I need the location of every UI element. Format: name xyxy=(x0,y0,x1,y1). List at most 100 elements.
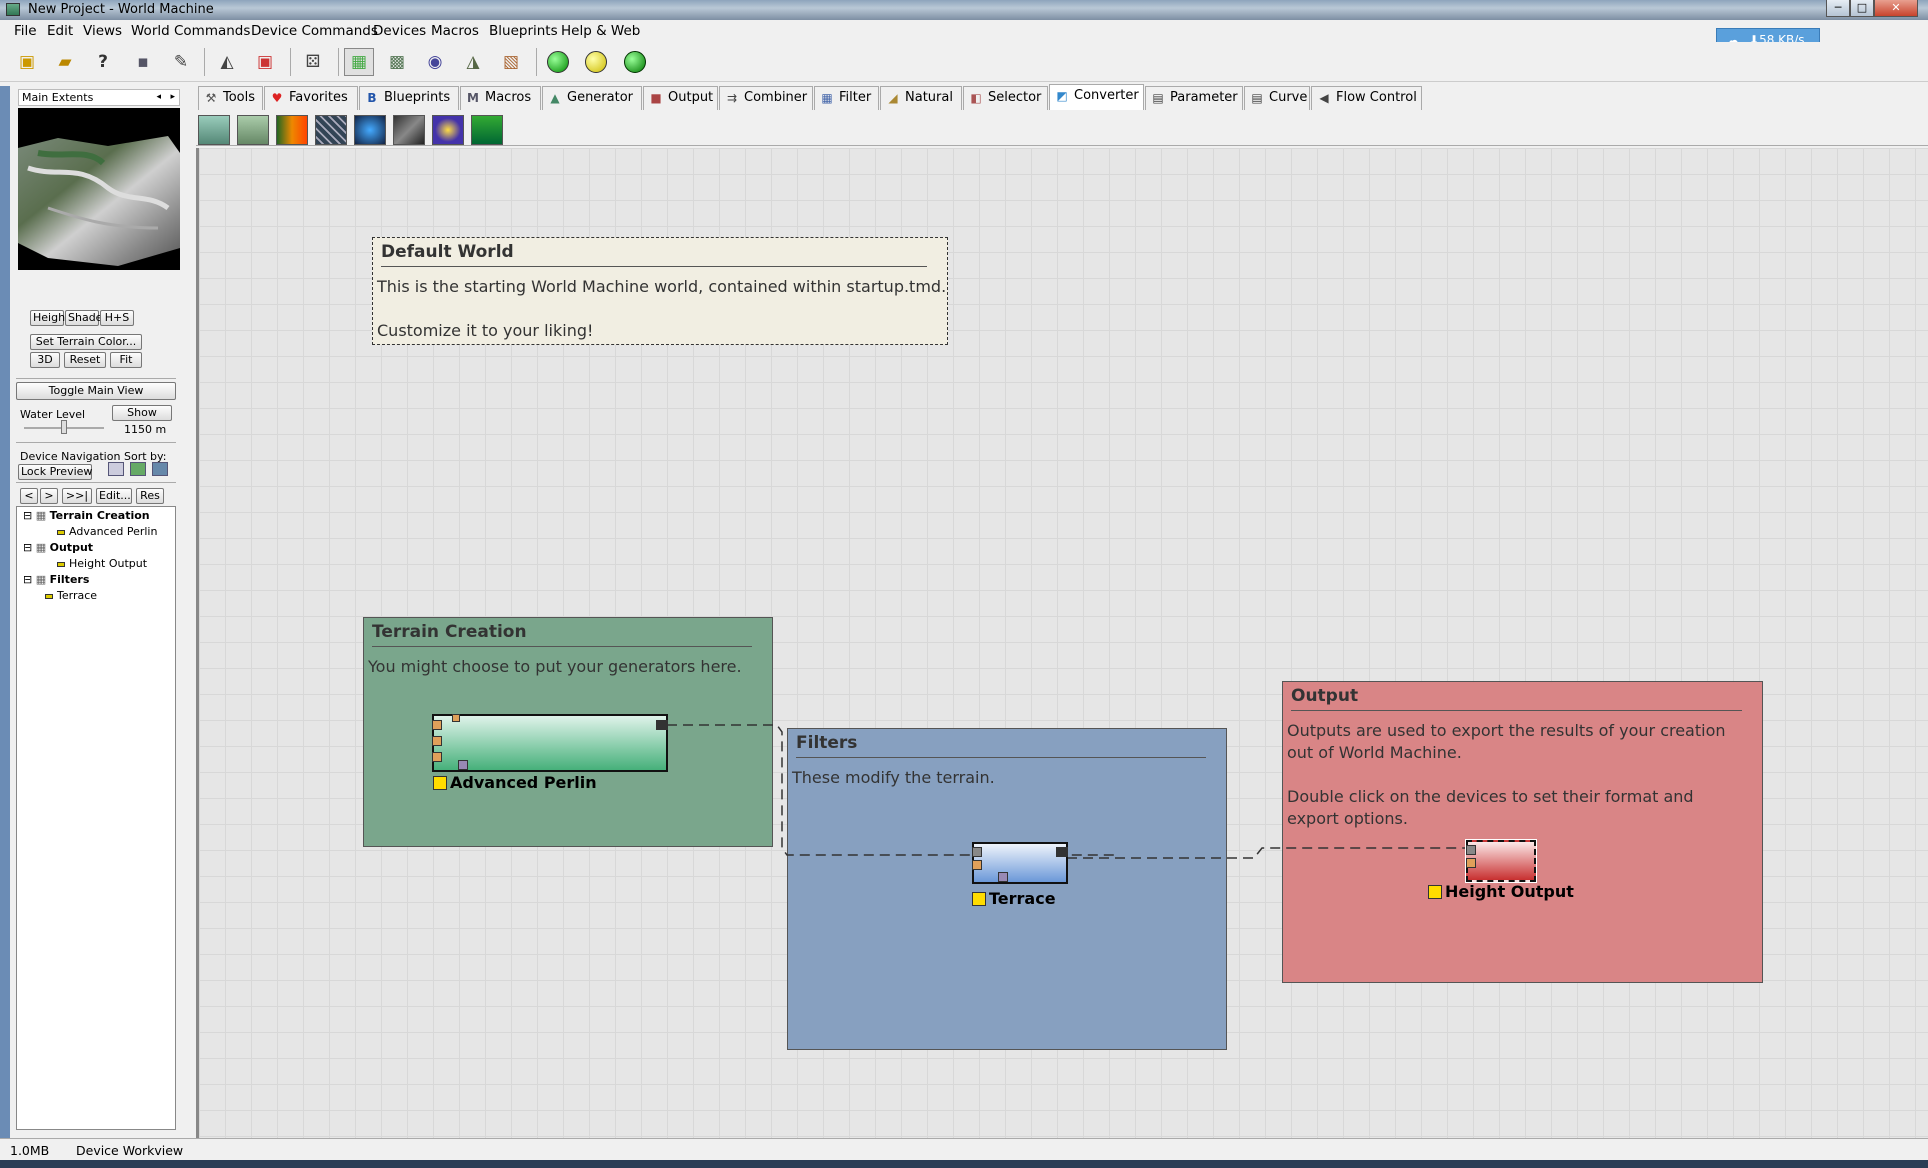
build-yellow-icon[interactable] xyxy=(581,48,611,76)
hs-view-button[interactable]: H+S xyxy=(100,310,134,326)
tab-combiner[interactable]: ⇉ Combiner xyxy=(719,86,813,110)
export-icon[interactable]: ✎ xyxy=(166,48,196,76)
save-icon[interactable]: ▪ xyxy=(128,48,158,76)
tab-selector[interactable]: ◧ Selector xyxy=(963,86,1048,110)
converter-tool-1-icon[interactable] xyxy=(198,115,230,145)
new-project-icon[interactable]: ▣ xyxy=(12,48,42,76)
device-tree[interactable]: ⊟ ▦ Terrain Creation Advanced Perlin ⊟ ▦… xyxy=(16,506,176,1130)
menu-world-commands[interactable]: World Commands xyxy=(131,23,250,39)
terrain-preview[interactable] xyxy=(18,108,180,270)
input-port[interactable] xyxy=(1466,858,1476,868)
layout-view-icon[interactable]: ▩ xyxy=(382,48,412,76)
menu-file[interactable]: File xyxy=(14,23,37,39)
converter-grid-icon[interactable] xyxy=(315,115,347,145)
natural-icon: ◢ xyxy=(888,91,898,105)
preview-next-icon[interactable]: ▸ xyxy=(170,90,175,105)
tab-generator[interactable]: ▲ Generator xyxy=(542,86,642,110)
tab-label: Favorites xyxy=(289,90,348,105)
3d-button[interactable]: 3D xyxy=(30,352,60,368)
world-view-icon[interactable]: ◉ xyxy=(420,48,450,76)
tree-group-terrain-creation[interactable]: ⊟ ▦ Terrain Creation xyxy=(23,509,150,522)
tree-item-height-output[interactable]: Height Output xyxy=(57,557,147,570)
reset-button[interactable]: Reset xyxy=(64,352,106,368)
nav-edit-button[interactable]: Edit... xyxy=(96,488,132,504)
fit-button[interactable]: Fit xyxy=(110,352,142,368)
open-project-icon[interactable]: ▰ xyxy=(50,48,80,76)
shade-view-button[interactable]: Shade xyxy=(65,310,102,326)
random-seed-icon[interactable]: ⚄ xyxy=(298,48,328,76)
node-advanced-perlin[interactable] xyxy=(432,714,668,772)
input-port[interactable] xyxy=(432,752,442,762)
menu-views[interactable]: Views xyxy=(83,23,122,39)
nav-res-button[interactable]: Res xyxy=(136,488,164,504)
texture-view-icon[interactable]: ▧ xyxy=(496,48,526,76)
device-workview-icon[interactable]: ▦ xyxy=(344,48,374,76)
node-height-output[interactable] xyxy=(1465,839,1537,883)
menu-device-commands[interactable]: Device Commands xyxy=(251,23,378,39)
tab-favorites[interactable]: ♥ Favorites xyxy=(264,86,358,110)
tab-converter[interactable]: ◩ Converter xyxy=(1049,84,1144,110)
node-terrace[interactable] xyxy=(972,842,1068,884)
input-port[interactable] xyxy=(1466,845,1476,855)
tab-output[interactable]: ■ Output xyxy=(643,86,718,110)
menu-macros[interactable]: Macros xyxy=(431,23,479,39)
maximize-button[interactable]: □ xyxy=(1850,0,1874,17)
minimize-button[interactable]: ─ xyxy=(1826,0,1850,17)
nav-prev-button[interactable]: < xyxy=(20,488,38,504)
converter-tool-2-icon[interactable] xyxy=(237,115,269,145)
help-icon[interactable]: ? xyxy=(88,48,118,76)
tab-macros[interactable]: M Macros xyxy=(460,86,541,110)
output-port[interactable] xyxy=(1056,847,1068,857)
menu-help-web[interactable]: Help & Web xyxy=(561,23,640,39)
layout-icon[interactable]: ◭ xyxy=(212,48,242,76)
menu-blueprints[interactable]: Blueprints xyxy=(489,23,558,39)
preview-prev-icon[interactable]: ◂ xyxy=(156,90,161,105)
device-workview[interactable]: Default World This is the starting World… xyxy=(196,148,1928,1138)
tab-tools[interactable]: ⚒ Tools xyxy=(198,86,263,110)
water-show-button[interactable]: Show xyxy=(112,405,172,421)
menu-devices[interactable]: Devices xyxy=(373,23,426,39)
node-status-icon xyxy=(1428,885,1442,899)
sort-list-icon[interactable] xyxy=(108,462,124,476)
converter-dark-icon[interactable] xyxy=(393,115,425,145)
tab-parameter[interactable]: ▤ Parameter xyxy=(1145,86,1243,110)
build-green-icon[interactable] xyxy=(543,48,573,76)
set-terrain-color-button[interactable]: Set Terrain Color... xyxy=(30,334,142,350)
close-button[interactable]: ✕ xyxy=(1874,0,1918,17)
tree-group-filters[interactable]: ⊟ ▦ Filters xyxy=(23,573,89,586)
converter-scatter-icon[interactable] xyxy=(354,115,386,145)
converter-tree-icon[interactable] xyxy=(471,115,503,145)
tree-item-advanced-perlin[interactable]: Advanced Perlin xyxy=(57,525,157,538)
input-port[interactable] xyxy=(972,847,982,857)
tab-curve[interactable]: ▤ Curve xyxy=(1244,86,1310,110)
sort-group-icon[interactable] xyxy=(152,462,168,476)
bottom-port[interactable] xyxy=(458,760,468,770)
nav-next-button[interactable]: > xyxy=(40,488,58,504)
sort-type-icon[interactable] xyxy=(130,462,146,476)
tab-flow-control[interactable]: ◀ Flow Control xyxy=(1311,86,1422,110)
water-slider-thumb[interactable] xyxy=(61,420,67,434)
input-port[interactable] xyxy=(432,720,442,730)
tree-group-output[interactable]: ⊟ ▦ Output xyxy=(23,541,93,554)
toggle-main-view-button[interactable]: Toggle Main View xyxy=(16,382,176,400)
render-icon[interactable]: ▣ xyxy=(250,48,280,76)
converter-sparkle-icon[interactable] xyxy=(432,115,464,145)
height-view-button[interactable]: Height xyxy=(30,310,69,326)
input-port[interactable] xyxy=(972,860,982,870)
tab-filter[interactable]: ▦ Filter xyxy=(814,86,879,110)
converter-gradient-icon[interactable] xyxy=(276,115,308,145)
tree-item-terrace[interactable]: Terrace xyxy=(45,589,97,602)
input-port[interactable] xyxy=(432,736,442,746)
output-port[interactable] xyxy=(656,720,668,730)
nav-last-button[interactable]: >>| xyxy=(62,488,92,504)
terrain-view-icon[interactable]: ◮ xyxy=(458,48,488,76)
build-world-icon[interactable] xyxy=(620,48,650,76)
menu-edit[interactable]: Edit xyxy=(47,23,73,39)
parameter-icon: ▤ xyxy=(1152,91,1164,105)
tab-natural[interactable]: ◢ Natural xyxy=(880,86,962,110)
lock-preview-button[interactable]: Lock Preview xyxy=(18,464,92,480)
param-port[interactable] xyxy=(452,714,460,722)
node-status-icon xyxy=(433,776,447,790)
bottom-port[interactable] xyxy=(998,872,1008,882)
tab-blueprints[interactable]: B Blueprints xyxy=(359,86,459,110)
